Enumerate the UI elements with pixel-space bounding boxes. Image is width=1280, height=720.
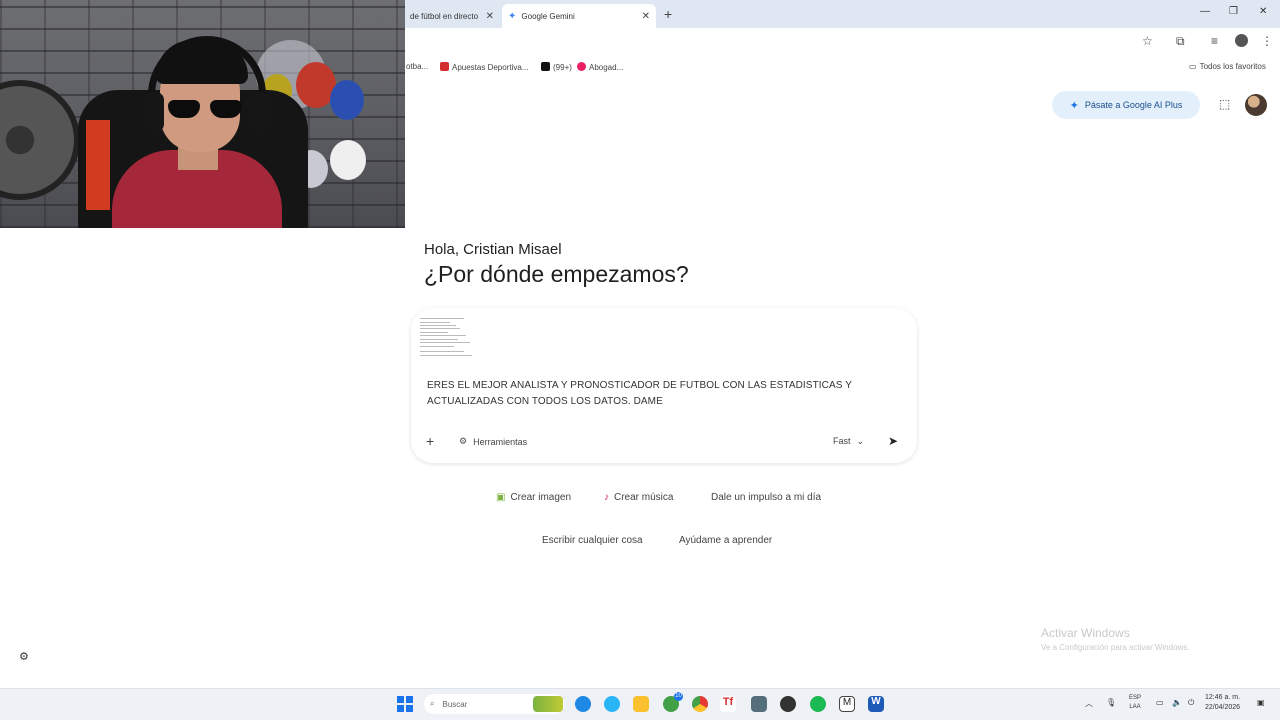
bookmark-favicon-icon (440, 62, 449, 71)
media-icon[interactable]: ≡ (1211, 34, 1218, 48)
activation-watermark-title: Activar Windows (1041, 626, 1130, 640)
close-tab-icon[interactable]: ✕ (642, 11, 650, 22)
upgrade-label: Pásate a Google AI Plus (1084, 100, 1183, 110)
webcam-overlay (0, 0, 405, 228)
widgets-icon[interactable] (533, 696, 563, 712)
upgrade-plus-button[interactable]: ✦ Pásate a Google AI Plus (1052, 91, 1200, 119)
bookmark-item[interactable]: (99+) (541, 62, 572, 72)
network-icon[interactable]: ▭ (1156, 698, 1164, 707)
chip-escribir[interactable]: Escribir cualquier cosa (542, 535, 643, 546)
volume-icon[interactable]: 🔈 (1172, 698, 1182, 707)
tab-label: de fútbol en directo (410, 11, 479, 21)
tools-icon: ⚙ (459, 436, 468, 446)
file-explorer-icon[interactable] (633, 696, 649, 712)
image-icon: ▣ (496, 492, 506, 503)
headset-earcup (144, 92, 164, 132)
app-m-icon[interactable]: M (839, 696, 855, 712)
settings-gear-icon[interactable]: ⚙ (19, 650, 29, 663)
whatsapp-badge: 10 (674, 692, 683, 701)
bookmark-item[interactable]: Abogad... (577, 62, 623, 72)
chrome-icon[interactable] (692, 696, 708, 712)
system-clock[interactable]: 12:46 a. m. 22/04/2026 (1205, 693, 1240, 713)
tiktok-icon (541, 62, 550, 71)
music-icon: ♪ (604, 492, 609, 503)
spark-icon: ✦ (1069, 99, 1079, 112)
maximize-icon[interactable]: ❐ (1229, 6, 1238, 17)
gemini-spark-icon: ✦ (508, 10, 517, 22)
avatar[interactable] (1245, 94, 1267, 116)
prompt-input[interactable]: ERES EL MEJOR ANALISTA Y PRONOSTICADOR D… (427, 378, 897, 410)
telegram-icon[interactable] (604, 696, 620, 712)
menu-dots-icon[interactable]: ⋮ (1261, 34, 1273, 48)
tab-gemini[interactable]: ✦ Google Gemini ✕ (502, 4, 656, 28)
gallery-icon[interactable]: ⬚ (1219, 97, 1230, 111)
app-tf-icon[interactable]: Tf (720, 696, 736, 712)
start-button[interactable] (397, 696, 413, 712)
search-icon: ⌕ (430, 699, 435, 708)
minimize-icon[interactable]: — (1200, 6, 1210, 17)
plush-toy (330, 140, 366, 180)
add-attachment-button[interactable]: + (426, 433, 434, 449)
activation-watermark-subtitle: Ve a Configuración para activar Windows. (1041, 643, 1190, 652)
calculator-icon[interactable] (751, 696, 767, 712)
headset-earcup (248, 92, 268, 132)
mode-select[interactable]: Fast ⌄ (833, 436, 864, 447)
all-bookmarks-folder[interactable]: ▭ Todos los favoritos (1189, 62, 1266, 71)
chip-impulso[interactable]: Dale un impulso a mi día (711, 492, 821, 503)
send-button[interactable]: ➤ (888, 434, 898, 448)
search-placeholder: Buscar (442, 699, 468, 709)
bookmark-item[interactable]: otba... (406, 62, 428, 71)
microphone-icon[interactable]: 🎙 (1106, 698, 1116, 707)
word-icon[interactable]: W (868, 696, 884, 712)
profile-icon[interactable] (1235, 34, 1248, 47)
folder-icon: ▭ (1189, 62, 1197, 71)
new-tab-icon[interactable]: + (664, 6, 672, 22)
balloon (330, 80, 364, 120)
headline: ¿Por dónde empezamos? (424, 261, 689, 287)
obs-icon[interactable] (780, 696, 796, 712)
chip-aprender[interactable]: Ayúdame a aprender (679, 535, 772, 546)
tools-button[interactable]: ⚙ Herramientas (459, 436, 527, 447)
attachment-thumbnail[interactable] (418, 316, 474, 360)
tab-label: Google Gemini (521, 11, 575, 21)
chip-crear-musica[interactable]: ♪ Crear música (604, 492, 673, 503)
close-window-icon[interactable]: ✕ (1259, 6, 1267, 17)
chair-stripe (86, 120, 110, 210)
mode-label: Fast (833, 436, 851, 446)
battery-icon[interactable]: ⏻ (1188, 698, 1194, 708)
edge-icon[interactable] (575, 696, 591, 712)
tools-label: Herramientas (473, 436, 528, 447)
close-tab-icon[interactable]: ✕ (486, 11, 494, 22)
bookmark-item[interactable]: Apuestas Deportiva... (440, 62, 528, 72)
language-indicator[interactable]: ESP LAA (1129, 694, 1141, 712)
bookmark-favicon-icon (577, 62, 586, 71)
screen: { "browser": { "tabs": [ {"label": "de f… (0, 0, 1280, 720)
extensions-icon[interactable]: ⧉ (1176, 34, 1185, 49)
chevron-down-icon: ⌄ (856, 436, 865, 446)
tab-futbol[interactable]: de fútbol en directo ✕ (404, 4, 500, 28)
bookmark-star-icon[interactable]: ☆ (1142, 34, 1153, 48)
chip-crear-imagen[interactable]: ▣ Crear imagen (496, 492, 571, 503)
greeting: Hola, Cristian Misael (424, 241, 562, 258)
spotify-icon[interactable] (810, 696, 826, 712)
tray-chevron-up-icon[interactable]: ︿ (1085, 698, 1093, 709)
notifications-icon[interactable]: ▣ (1257, 698, 1265, 707)
